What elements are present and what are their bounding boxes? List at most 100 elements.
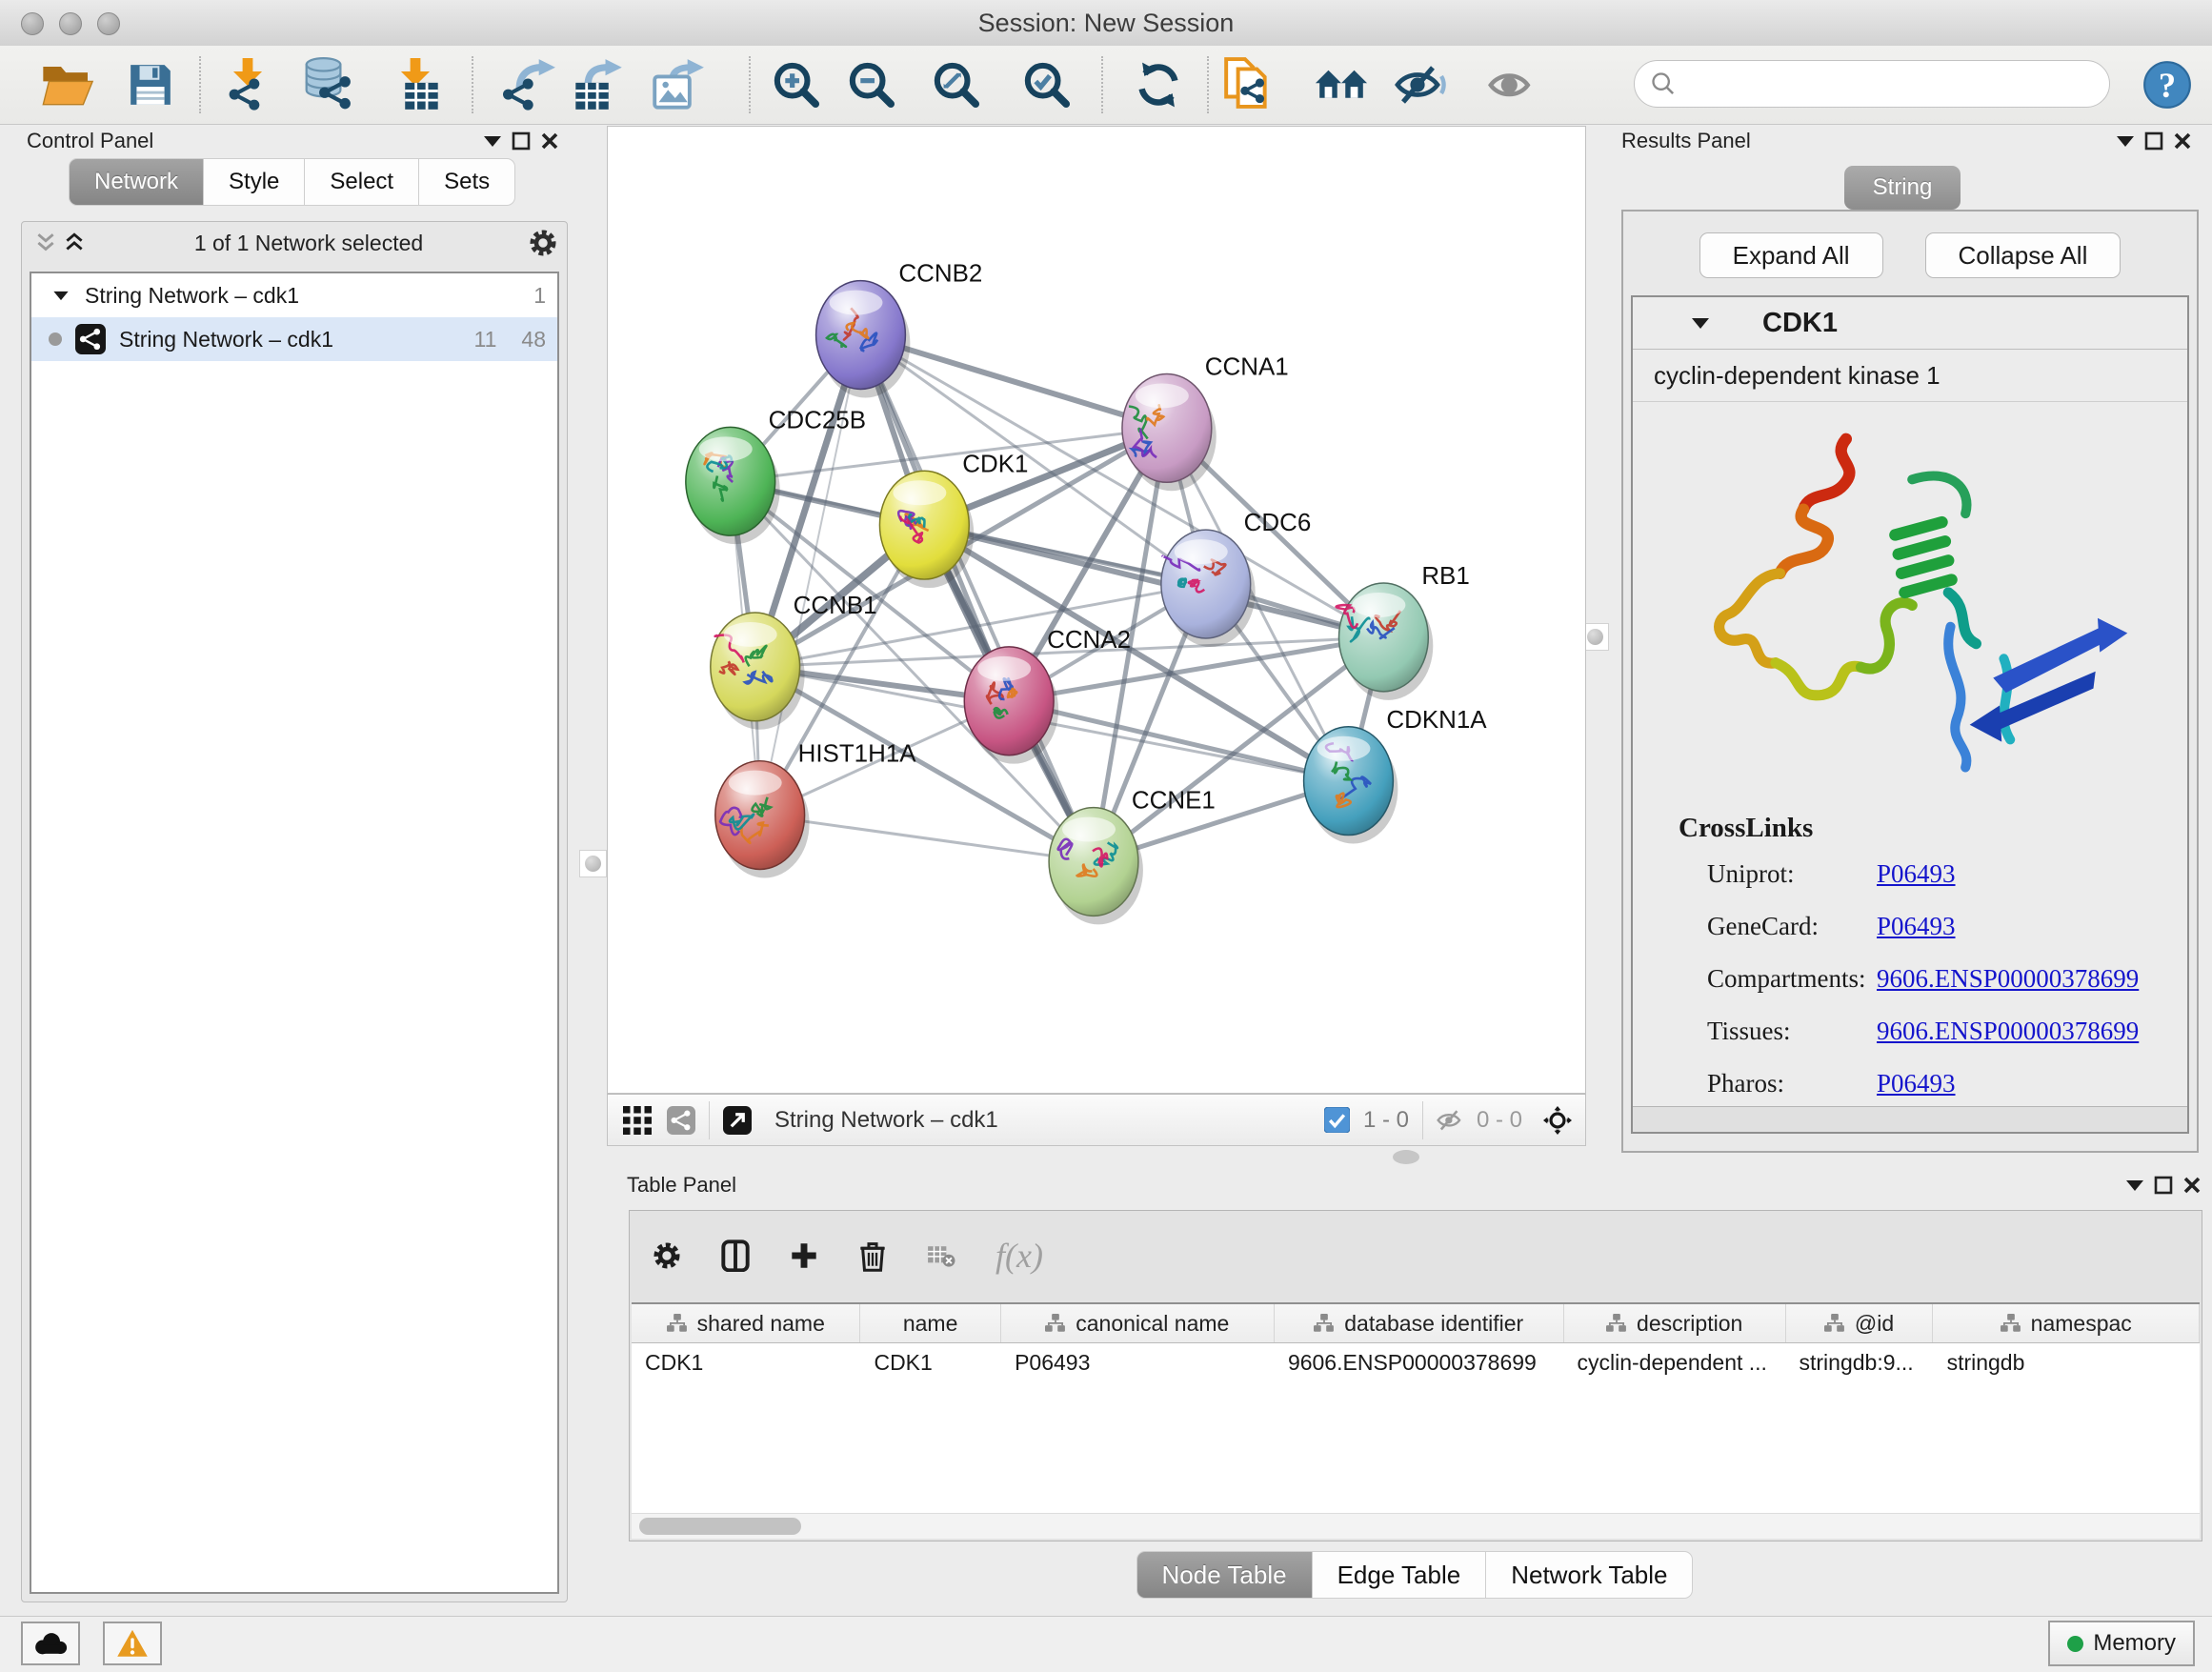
table-cell[interactable]: CDK1 <box>860 1350 1001 1376</box>
gene-header[interactable]: CDK1 <box>1633 297 2187 350</box>
search-input[interactable] <box>1677 70 2090 98</box>
import-network-database-button[interactable] <box>297 54 358 115</box>
delete-table-button[interactable] <box>927 1241 955 1270</box>
open-session-button[interactable] <box>37 54 98 115</box>
selected-checkbox[interactable] <box>1323 1106 1352 1135</box>
panel-float-button[interactable] <box>2149 1171 2178 1199</box>
table-cell[interactable]: stringdb <box>1934 1350 2200 1376</box>
search-field[interactable] <box>1634 60 2110 108</box>
panel-float-button[interactable] <box>2140 127 2168 155</box>
tab-node-table[interactable]: Node Table <box>1136 1551 1313 1599</box>
delete-column-button[interactable] <box>858 1241 887 1270</box>
control-panel: Control Panel Network Style Select Sets … <box>13 124 570 1610</box>
tab-string[interactable]: String <box>1844 166 1961 210</box>
table-cell[interactable]: P06493 <box>1001 1350 1275 1376</box>
panel-menu-button[interactable] <box>2121 1171 2149 1199</box>
bottom-splitter-handle[interactable] <box>1393 1150 1419 1164</box>
import-table-file-button[interactable] <box>385 54 446 115</box>
collection-name: String Network – cdk1 <box>85 283 299 309</box>
network-node[interactable]: CDKN1A <box>1304 707 1488 844</box>
table-row[interactable]: CDK1CDK1P064939606.ENSP00000378699cyclin… <box>632 1343 2200 1381</box>
network-node[interactable]: CCNE1 <box>1049 788 1216 925</box>
show-columns-button[interactable] <box>721 1241 750 1270</box>
table-cell[interactable]: stringdb:9... <box>1786 1350 1934 1376</box>
panel-menu-button[interactable] <box>2111 127 2140 155</box>
crosslink-tissues[interactable]: 9606.ENSP00000378699 <box>1877 1017 2139 1046</box>
cloud-status-button[interactable] <box>21 1622 80 1665</box>
column-header-description[interactable]: description <box>1564 1304 1786 1342</box>
memory-button[interactable]: Memory <box>2048 1621 2195 1666</box>
detach-view-button[interactable] <box>723 1106 752 1135</box>
panel-menu-button[interactable] <box>478 127 507 155</box>
column-header-name[interactable]: name <box>860 1304 1000 1342</box>
network-graph[interactable]: CCNB2CCNA1CDC25BCDK1CDC6RB1CCNB1CCNA2CDK… <box>608 127 1585 1093</box>
network-name: String Network – cdk1 <box>119 327 333 353</box>
table-cell[interactable]: cyclin-dependent ... <box>1563 1350 1785 1376</box>
refresh-button[interactable] <box>1128 54 1189 115</box>
houses-button[interactable] <box>1311 54 1372 115</box>
zoom-selected-button[interactable] <box>1016 54 1077 115</box>
create-column-button[interactable] <box>790 1241 818 1270</box>
table-cell[interactable]: 9606.ENSP00000378699 <box>1275 1350 1564 1376</box>
tab-network-table[interactable]: Network Table <box>1486 1551 1693 1599</box>
panel-close-button[interactable] <box>2168 127 2197 155</box>
crosslink-genecard[interactable]: P06493 <box>1877 912 1956 941</box>
collapse-icon[interactable] <box>53 291 68 299</box>
column-header--id[interactable]: @id <box>1786 1304 1934 1342</box>
birds-eye-button[interactable] <box>1543 1106 1572 1135</box>
column-header-database-identifier[interactable]: database identifier <box>1275 1304 1564 1342</box>
table-options-button[interactable] <box>653 1241 681 1270</box>
network-node[interactable]: CDC6 <box>1161 510 1311 647</box>
panel-close-button[interactable] <box>2178 1171 2206 1199</box>
table-horizontal-scrollbar[interactable] <box>632 1513 2200 1539</box>
results-scrollbar[interactable] <box>1633 1106 2187 1132</box>
import-network-file-button[interactable] <box>217 54 278 115</box>
network-row[interactable]: String Network – cdk1 11 48 <box>31 317 557 361</box>
collapse-icon[interactable] <box>1692 318 1709 329</box>
network-collection-row[interactable]: String Network – cdk1 1 <box>31 273 557 317</box>
network-options-button[interactable] <box>529 229 557 257</box>
network-node[interactable]: HIST1H1A <box>715 741 916 878</box>
export-table-button[interactable] <box>568 54 629 115</box>
tab-edge-table[interactable]: Edge Table <box>1313 1551 1487 1599</box>
export-network-button[interactable] <box>499 54 560 115</box>
zoom-fit-button[interactable] <box>926 54 987 115</box>
new-network-from-selection-button[interactable] <box>1217 54 1278 115</box>
panel-close-button[interactable] <box>535 127 564 155</box>
hidden-indicator[interactable] <box>1437 1106 1465 1135</box>
scrollbar-thumb[interactable] <box>639 1518 801 1535</box>
crosslink-uniprot[interactable]: P06493 <box>1877 859 1956 889</box>
expand-all-networks-button[interactable] <box>60 229 89 257</box>
tab-network[interactable]: Network <box>69 158 204 206</box>
column-header-canonical-name[interactable]: canonical name <box>1001 1304 1275 1342</box>
network-node[interactable]: CCNA1 <box>1122 353 1289 491</box>
column-header-shared-name[interactable]: shared name <box>632 1304 860 1342</box>
show-all-button[interactable] <box>1482 54 1543 115</box>
function-builder-button[interactable]: f(x) <box>995 1236 1043 1276</box>
hide-selected-button[interactable] <box>1391 54 1452 115</box>
network-node[interactable]: RB1 <box>1337 563 1470 700</box>
crosslink-compartments[interactable]: 9606.ENSP00000378699 <box>1877 964 2139 994</box>
node-label: CCNE1 <box>1132 788 1216 815</box>
collapse-all-networks-button[interactable] <box>31 229 60 257</box>
help-button[interactable]: ? <box>2137 54 2198 115</box>
column-header-namespac[interactable]: namespac <box>1933 1304 2200 1342</box>
grid-view-button[interactable] <box>623 1106 652 1135</box>
expand-all-button[interactable]: Expand All <box>1699 232 1883 278</box>
zoom-out-button[interactable] <box>841 54 902 115</box>
save-session-button[interactable] <box>120 54 181 115</box>
network-node[interactable]: CCNB2 <box>816 261 983 398</box>
export-image-button[interactable] <box>648 54 709 115</box>
warnings-button[interactable] <box>103 1622 162 1665</box>
panel-float-button[interactable] <box>507 127 535 155</box>
collapse-all-button[interactable]: Collapse All <box>1925 232 2122 278</box>
network-node[interactable]: CDC25B <box>686 407 866 544</box>
table-cell[interactable]: CDK1 <box>632 1350 860 1376</box>
crosslink-pharos[interactable]: P06493 <box>1877 1069 1956 1098</box>
left-splitter-handle[interactable] <box>579 850 607 877</box>
network-canvas[interactable]: CCNB2CCNA1CDC25BCDK1CDC6RB1CCNB1CCNA2CDK… <box>607 126 1586 1094</box>
zoom-in-button[interactable] <box>766 54 827 115</box>
tab-sets[interactable]: Sets <box>419 158 515 206</box>
tab-style[interactable]: Style <box>204 158 305 206</box>
tab-select[interactable]: Select <box>305 158 419 206</box>
